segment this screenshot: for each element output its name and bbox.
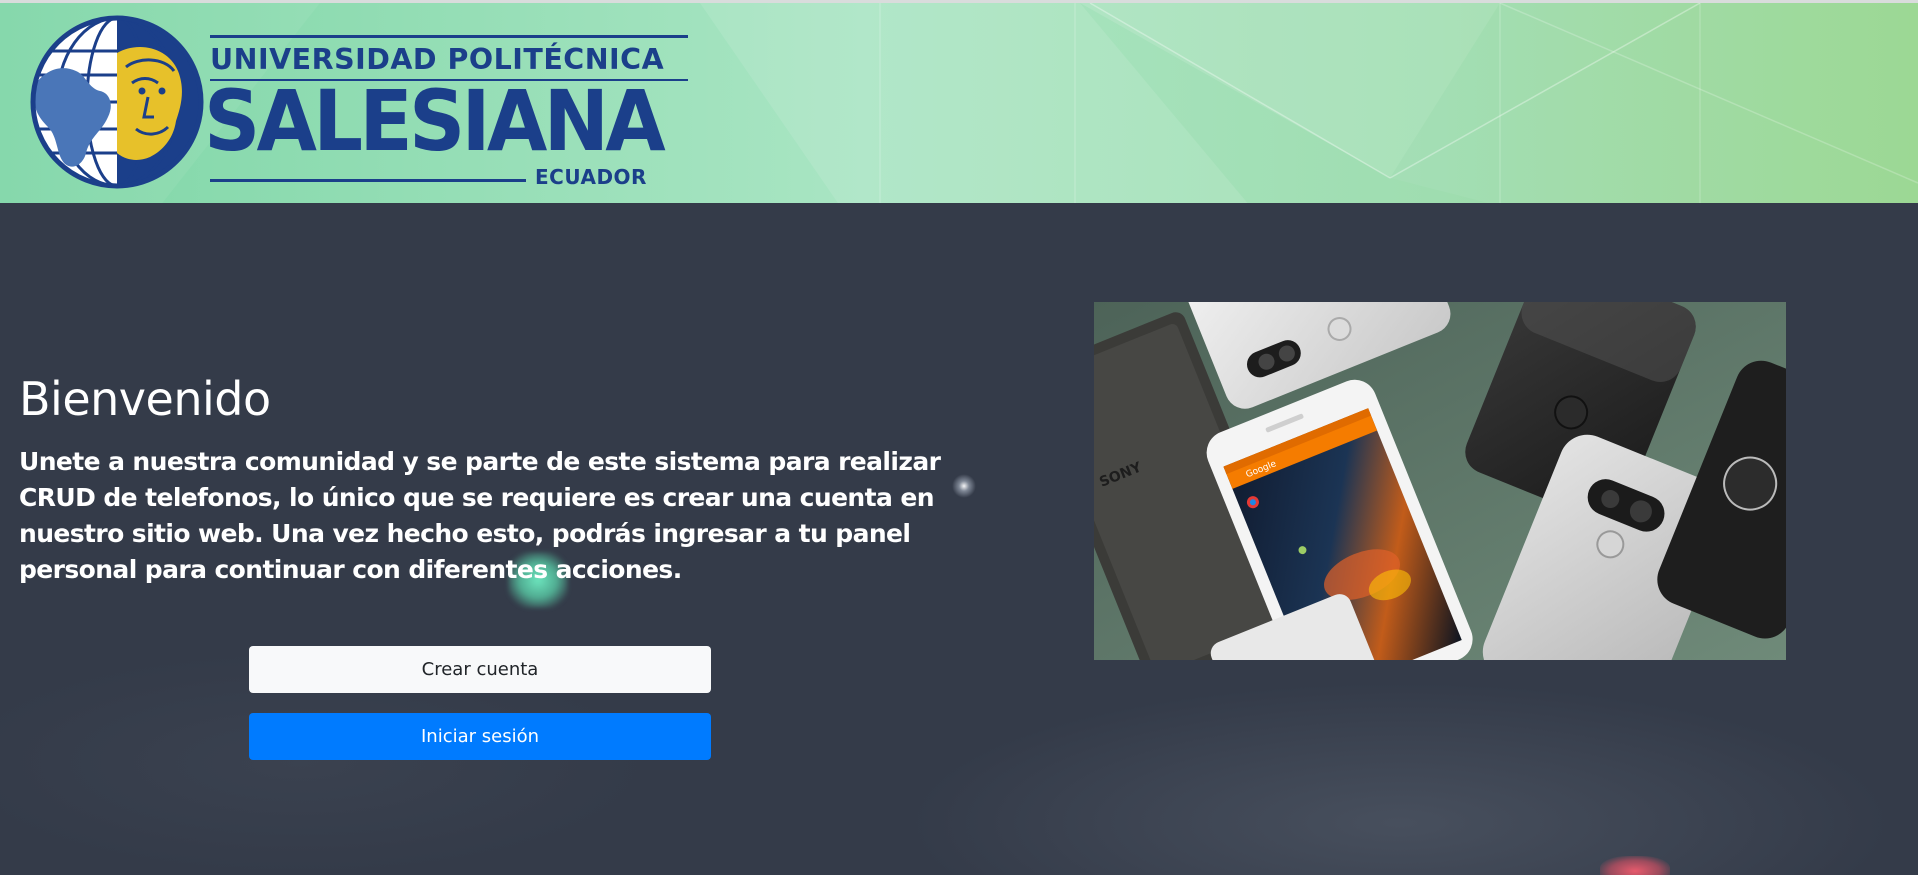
logo-country: ECUADOR xyxy=(535,165,647,189)
logo-top-rule xyxy=(210,35,688,38)
phones-illustration: SONY Google xyxy=(1094,302,1786,660)
background-pink-blob xyxy=(1600,856,1670,875)
login-button[interactable]: Iniciar sesión xyxy=(249,713,711,760)
phones-image: SONY Google xyxy=(1094,302,1786,660)
welcome-title: Bienvenido xyxy=(19,372,271,426)
welcome-description: Unete a nuestra comunidad y se parte de … xyxy=(19,447,941,584)
header-banner: UNIVERSIDAD POLITÉCNICA SALESIANA ECUADO… xyxy=(0,0,1918,203)
logo-bottom-rule xyxy=(210,179,526,182)
background-sparkle xyxy=(952,474,976,498)
logo-salesiana-wordmark: SALESIANA xyxy=(204,72,666,170)
page: UNIVERSIDAD POLITÉCNICA SALESIANA ECUADO… xyxy=(0,0,1918,875)
university-logo[interactable]: UNIVERSIDAD POLITÉCNICA SALESIANA ECUADO… xyxy=(28,13,688,191)
globe-emblem-icon xyxy=(30,15,204,189)
create-account-button[interactable]: Crear cuenta xyxy=(249,646,711,693)
